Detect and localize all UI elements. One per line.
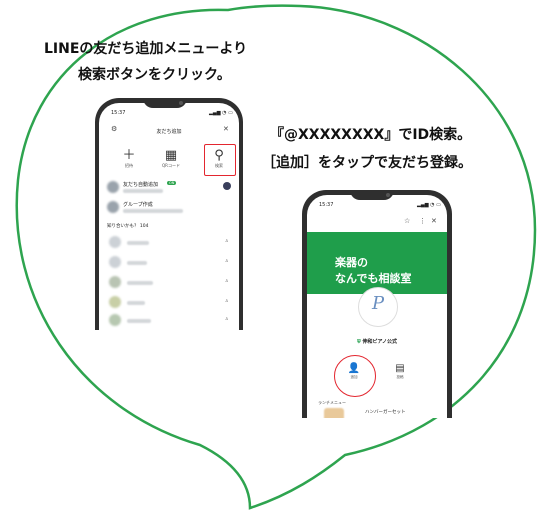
- friend-name: [127, 319, 151, 323]
- invite-icon: ＋: [122, 148, 136, 163]
- phone-account-profile-screen: 15:37 ▂▄▆ ◔ ▭ ☆ ⋮ ✕ 楽器の なんでも相談室 P ⛨ 伸和ピア…: [302, 190, 452, 418]
- account-name: ⛨ 伸和ピアノ公式: [307, 338, 447, 345]
- friend-name: [127, 241, 149, 245]
- phone-add-friend-screen: 15:37 ▂▄▆ ◔ ▭ ⚙ 友だち追加 ✕ ＋ 招待 ▦ QRコード ⚲ 検…: [95, 98, 243, 330]
- posts-label: 投稿: [396, 375, 404, 379]
- add-user-icon[interactable]: ♙: [225, 238, 229, 243]
- camera-icon: [386, 193, 390, 197]
- friend-name: [127, 261, 147, 265]
- invite-button[interactable]: ＋ 招待: [112, 149, 146, 169]
- group-create-label: グループ作成: [123, 202, 153, 208]
- posts-button[interactable]: ▤ 投稿: [385, 363, 415, 380]
- auto-add-sub: [123, 189, 163, 193]
- camera-icon: [179, 101, 183, 105]
- close-icon[interactable]: ✕: [431, 217, 437, 225]
- status-time: 15:37: [319, 202, 334, 208]
- avatar: [109, 276, 121, 288]
- invite-label: 招待: [125, 163, 133, 168]
- add-friend-label: 追加: [350, 375, 358, 379]
- close-icon[interactable]: ✕: [223, 125, 229, 133]
- account-name-text: 伸和ピアノ公式: [362, 339, 398, 345]
- friend-suggestion-row[interactable]: ♙: [99, 273, 239, 291]
- add-user-icon[interactable]: ♙: [225, 278, 229, 283]
- auto-add-toggle[interactable]: [223, 182, 231, 190]
- banner-text: 楽器の なんでも相談室: [335, 256, 412, 285]
- step2-caption-line2: ［追加］をタップで友だち登録。: [262, 155, 472, 171]
- avatar: [109, 296, 121, 308]
- group-create-sub: [123, 209, 183, 213]
- suggest-header: 知り合いかも？ 104: [107, 224, 149, 229]
- auto-add-badge: ON: [167, 181, 177, 185]
- qr-code-button[interactable]: ▦ QRコード: [154, 149, 188, 169]
- verified-shield-icon: ⛨: [356, 339, 361, 345]
- page-title: 友だち追加: [156, 129, 182, 135]
- star-icon[interactable]: ☆: [404, 217, 410, 225]
- avatar: [109, 236, 121, 248]
- phone2-screen: 15:37 ▂▄▆ ◔ ▭ ☆ ⋮ ✕ 楽器の なんでも相談室 P ⛨ 伸和ピア…: [307, 195, 447, 418]
- status-icons: ▂▄▆ ◔ ▭: [209, 110, 233, 116]
- add-user-icon[interactable]: ♙: [225, 298, 229, 303]
- friend-name: [127, 281, 153, 285]
- step1-caption-line1: LINEの友だち追加メニューより: [44, 41, 248, 57]
- auto-add-icon: [107, 181, 119, 193]
- friend-suggestion-row[interactable]: ♙: [99, 311, 239, 329]
- menu-thumbnail: [324, 408, 344, 418]
- friend-suggestion-row[interactable]: ♙: [99, 233, 239, 251]
- auto-add-label: 友だち自動追加: [123, 182, 159, 188]
- add-friend-button[interactable]: 👤 追加: [339, 363, 369, 380]
- friend-name: [127, 301, 145, 305]
- step1-caption-line2: 検索ボタンをクリック。: [78, 67, 231, 83]
- auto-add-row[interactable]: 友だち自動追加 ON: [99, 179, 239, 197]
- status-time: 15:37: [111, 110, 126, 116]
- step2-caption-line1: 『@XXXXXXXX』でID検索。: [270, 127, 472, 143]
- friend-suggestion-row[interactable]: ♙: [99, 293, 239, 311]
- group-create-row[interactable]: グループ作成: [99, 199, 239, 217]
- add-user-icon[interactable]: ♙: [225, 316, 229, 321]
- account-logo: P: [358, 287, 398, 327]
- avatar: [109, 256, 121, 268]
- menu-item[interactable]: ハンバーガーセット: [365, 409, 406, 415]
- friend-suggestion-row[interactable]: ♙: [99, 253, 239, 271]
- more-icon[interactable]: ⋮: [419, 217, 426, 225]
- qr-code-icon: ▦: [164, 148, 178, 163]
- status-icons: ▂▄▆ ◔ ▭: [417, 202, 441, 208]
- add-friend-icon: 👤: [347, 363, 361, 374]
- document-icon: ▤: [395, 363, 405, 374]
- add-user-icon[interactable]: ♙: [225, 258, 229, 263]
- qr-code-label: QRコード: [162, 163, 180, 168]
- search-highlight-box: [204, 144, 236, 176]
- menu-header: ランチメニュー: [318, 400, 346, 405]
- avatar: [109, 314, 121, 326]
- logo-letter: P: [371, 293, 385, 314]
- phone1-screen: 15:37 ▂▄▆ ◔ ▭ ⚙ 友だち追加 ✕ ＋ 招待 ▦ QRコード ⚲ 検…: [99, 103, 239, 330]
- group-icon: [107, 201, 119, 213]
